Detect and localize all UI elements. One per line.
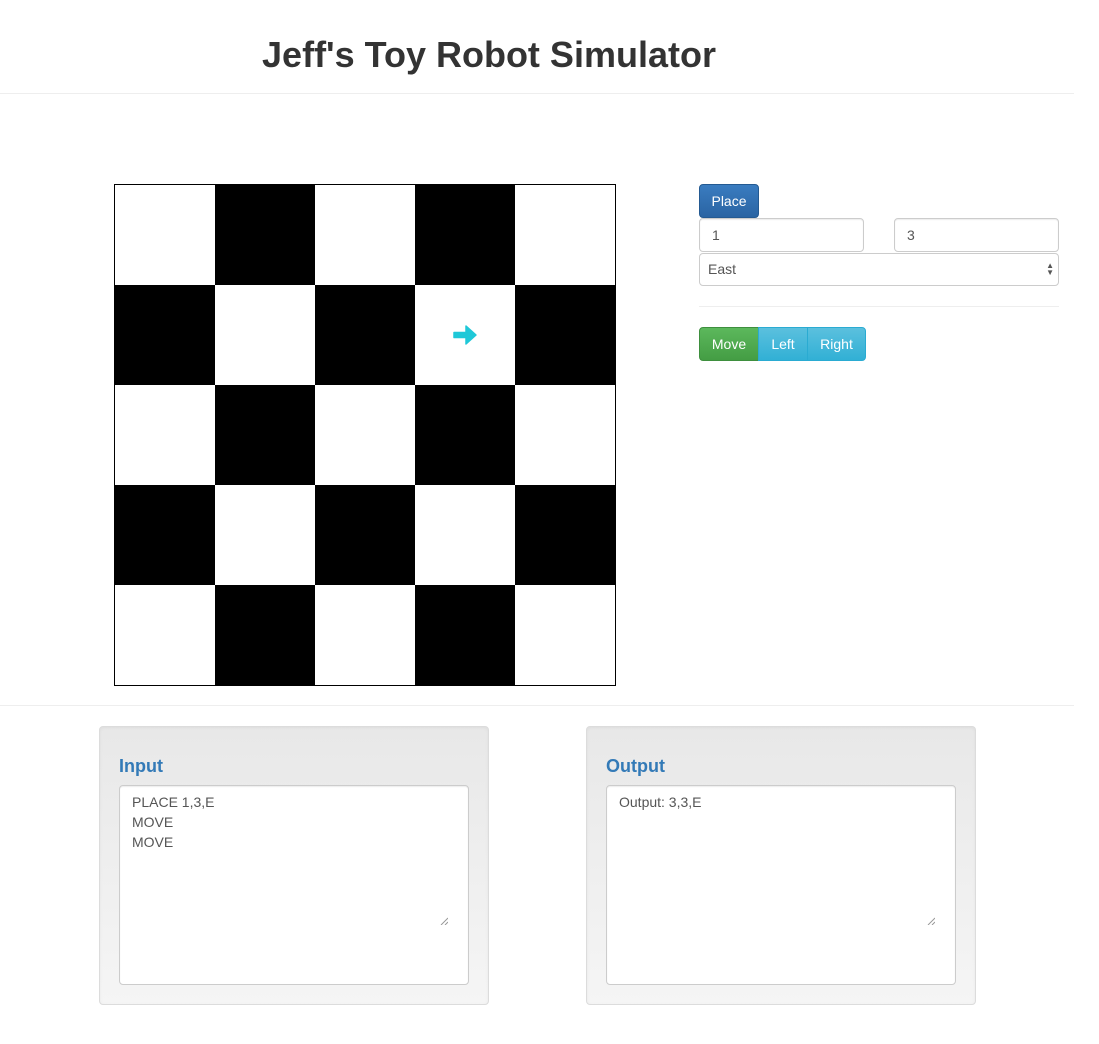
board-cell bbox=[215, 485, 315, 585]
input-panel: Input bbox=[99, 726, 489, 1005]
board-cell bbox=[115, 285, 215, 385]
board-cell bbox=[315, 285, 415, 385]
output-panel-title: Output bbox=[606, 756, 665, 776]
board-cell bbox=[515, 485, 615, 585]
robot-board bbox=[114, 184, 616, 686]
board-cell bbox=[415, 385, 515, 485]
board-cell bbox=[215, 185, 315, 285]
board-cell bbox=[215, 385, 315, 485]
board-cell bbox=[115, 585, 215, 685]
output-textarea[interactable] bbox=[606, 785, 956, 985]
robot-arrow-icon bbox=[415, 285, 515, 385]
board-cell bbox=[115, 385, 215, 485]
input-textarea[interactable] bbox=[119, 785, 469, 985]
left-button[interactable]: Left bbox=[758, 327, 808, 361]
page-title: Jeff's Toy Robot Simulator bbox=[262, 34, 716, 75]
move-button[interactable]: Move bbox=[699, 327, 759, 361]
board-cell bbox=[315, 585, 415, 685]
x-coordinate-input[interactable] bbox=[699, 218, 864, 252]
board-cell bbox=[515, 585, 615, 685]
y-coordinate-input[interactable] bbox=[894, 218, 1059, 252]
board-cell bbox=[215, 285, 315, 385]
direction-select-value: East bbox=[708, 261, 737, 277]
board-cell bbox=[115, 485, 215, 585]
input-panel-title: Input bbox=[119, 756, 163, 776]
right-button[interactable]: Right bbox=[807, 327, 866, 361]
board-cell bbox=[315, 385, 415, 485]
section-divider bbox=[0, 705, 1074, 706]
board-cell bbox=[415, 585, 515, 685]
header-divider bbox=[0, 93, 1074, 94]
board-cell bbox=[215, 585, 315, 685]
resize-grip-icon[interactable] bbox=[440, 917, 448, 925]
board-cell bbox=[115, 185, 215, 285]
page: Jeff's Toy Robot Simulator Place East ▲▼… bbox=[0, 0, 1099, 1044]
board-cell bbox=[315, 185, 415, 285]
board-cell bbox=[515, 185, 615, 285]
board-cell bbox=[415, 485, 515, 585]
select-arrows-icon: ▲ ▼ bbox=[1046, 261, 1054, 277]
output-panel: Output bbox=[586, 726, 976, 1005]
controls-divider bbox=[699, 306, 1059, 307]
board-cell bbox=[515, 385, 615, 485]
direction-select[interactable]: East ▲ ▼ bbox=[699, 253, 1059, 286]
resize-grip-icon[interactable] bbox=[927, 917, 935, 925]
board-cell bbox=[415, 185, 515, 285]
place-button[interactable]: Place bbox=[699, 184, 759, 218]
board-cell bbox=[315, 485, 415, 585]
board-cell bbox=[515, 285, 615, 385]
